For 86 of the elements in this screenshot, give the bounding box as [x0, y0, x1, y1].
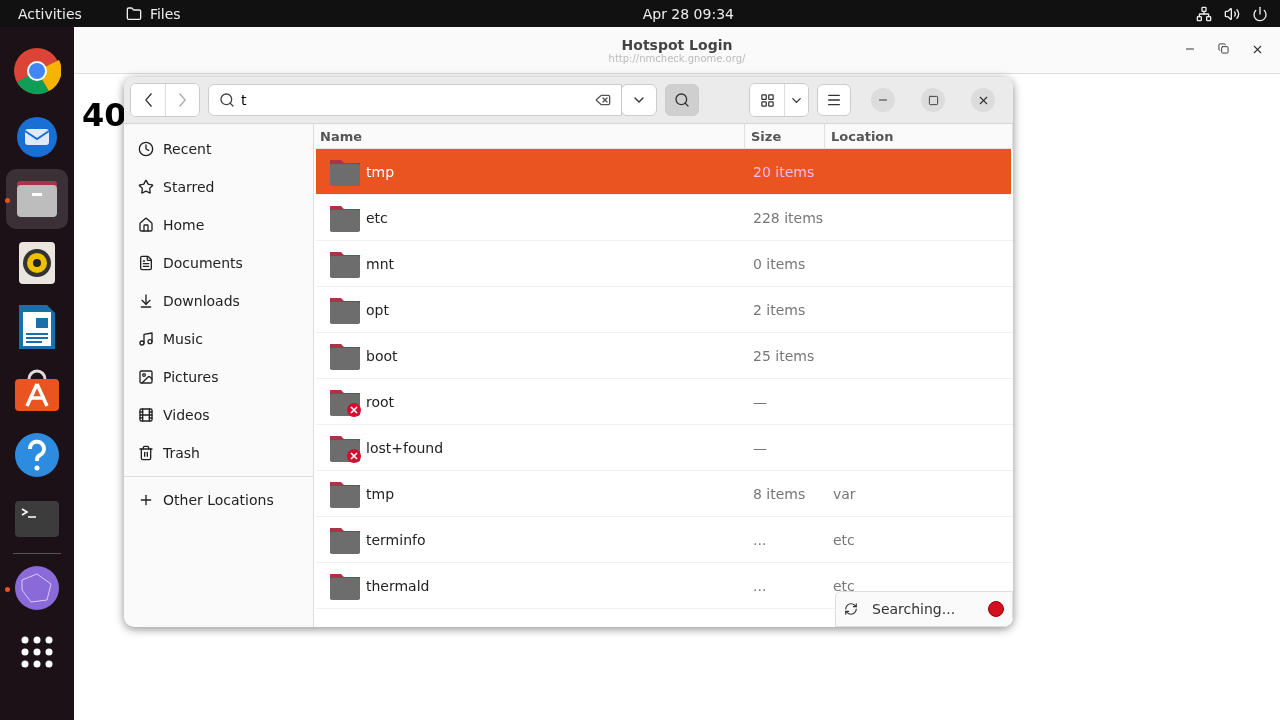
file-name: root: [366, 393, 395, 410]
shopping-bag-icon[interactable]: [14, 369, 60, 413]
chevron-left-icon: [144, 93, 152, 107]
file-name: lost+found: [366, 439, 444, 456]
file-location: var: [832, 485, 856, 502]
file-name: opt: [366, 301, 389, 318]
sidebar-item[interactable]: Pictures: [124, 358, 313, 396]
pictures-icon: [138, 369, 154, 385]
file-name: etc: [366, 209, 388, 226]
activities-button[interactable]: Activities: [18, 5, 82, 22]
search-toggle-button[interactable]: [665, 84, 699, 116]
clock[interactable]: Apr 28 09:34: [642, 5, 734, 22]
power-icon[interactable]: [1252, 5, 1268, 22]
file-size: 25 items: [752, 347, 816, 364]
app-grid-icon[interactable]: [20, 635, 54, 669]
restore-icon[interactable]: [1218, 43, 1229, 54]
running-indicator: [5, 198, 10, 203]
chrome-icon[interactable]: [13, 47, 61, 95]
search-icon: [219, 92, 235, 108]
close-icon[interactable]: [1251, 43, 1264, 56]
page-heading: 40: [82, 96, 127, 134]
clear-icon[interactable]: [595, 92, 611, 108]
search-field[interactable]: t: [208, 84, 622, 116]
file-size: 0 items: [752, 255, 807, 272]
sidebar-item[interactable]: Videos: [124, 396, 313, 434]
column-header[interactable]: Location: [825, 124, 1013, 148]
file-cabinet-icon[interactable]: [15, 179, 59, 219]
terminal-icon[interactable]: [14, 500, 60, 538]
file-name: tmp: [366, 163, 394, 180]
file-size: 2 items: [752, 301, 807, 318]
spinner-icon: [844, 602, 858, 616]
sidebar-item[interactable]: Home: [124, 206, 313, 244]
sidebar-item[interactable]: Recent: [124, 130, 313, 168]
file-name: thermald: [366, 577, 430, 594]
sidebar-item[interactable]: Starred: [124, 168, 313, 206]
volume-icon[interactable]: [1224, 5, 1240, 22]
column-header[interactable]: Name: [314, 124, 745, 148]
file-size: ...: [752, 531, 768, 548]
music-icon: [138, 331, 154, 347]
chevron-right-icon: [179, 93, 186, 107]
speaker-icon[interactable]: [18, 241, 56, 285]
sidebar-item[interactable]: Downloads: [124, 282, 313, 320]
file-size: 228 items: [752, 209, 825, 226]
search-icon: [674, 92, 690, 108]
document-icon[interactable]: [18, 304, 56, 350]
running-indicator: [5, 587, 10, 592]
close-button[interactable]: [971, 88, 995, 112]
file-location: etc: [832, 577, 855, 594]
sidebar-item[interactable]: Documents: [124, 244, 313, 282]
trash-icon: [138, 445, 154, 461]
videos-icon: [138, 407, 154, 423]
file-size: —: [752, 439, 768, 456]
menu-icon: [826, 92, 842, 108]
network-icon[interactable]: [1196, 5, 1212, 22]
file-name: boot: [366, 347, 398, 364]
file-size: 20 items: [752, 163, 816, 180]
file-name: terminfo: [366, 531, 426, 548]
window-title: Hotspot Login: [621, 36, 733, 53]
file-size: ...: [752, 577, 768, 594]
grid-icon: [759, 92, 775, 108]
maximize-icon: [927, 94, 939, 106]
file-name: tmp: [366, 485, 394, 502]
plus-icon: [138, 492, 154, 508]
sidebar-item[interactable]: Trash: [124, 434, 313, 472]
home-icon: [138, 217, 154, 233]
file-row[interactable]: tmp 20 items: [316, 149, 1011, 195]
file-location: etc: [832, 531, 855, 548]
menu-button[interactable]: [817, 84, 851, 116]
file-size: 8 items: [752, 485, 807, 502]
recent-icon: [138, 141, 154, 157]
help-icon[interactable]: [14, 432, 60, 478]
documents-icon: [138, 255, 154, 271]
file-size: —: [752, 393, 768, 410]
file-name: mnt: [366, 255, 394, 272]
app-menu[interactable]: Files: [149, 5, 181, 22]
globe-icon[interactable]: [14, 565, 60, 611]
sidebar-item[interactable]: Other Locations: [124, 481, 313, 519]
maximize-button[interactable]: [921, 88, 945, 112]
sidebar-item[interactable]: Music: [124, 320, 313, 358]
stop-button[interactable]: [988, 601, 1004, 617]
starred-icon: [138, 179, 154, 195]
url-text: http://nmcheck.gnome.org/: [608, 52, 746, 64]
downloads-icon: [138, 293, 154, 309]
minimize-button[interactable]: [871, 88, 895, 112]
folder-icon: [125, 5, 142, 22]
column-header[interactable]: Size: [745, 124, 825, 148]
